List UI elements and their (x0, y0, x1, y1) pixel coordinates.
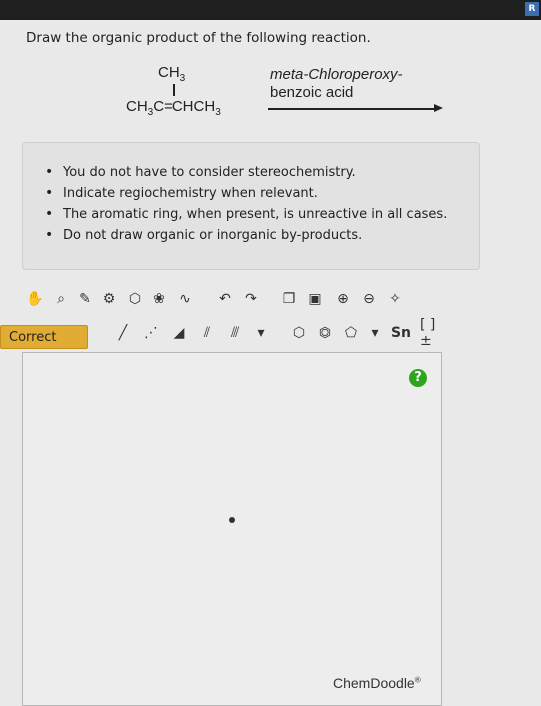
corner-badge-icon[interactable]: R (525, 2, 539, 16)
clean-icon[interactable]: ✧ (384, 288, 406, 310)
wedge-bond-icon[interactable]: ◢ (168, 322, 190, 344)
reagent-line-2: benzoic acid (270, 84, 354, 101)
cyclopentane-icon[interactable]: ⬠ (340, 322, 362, 344)
canvas-dot (229, 517, 235, 523)
hand-icon[interactable]: ✋ (24, 288, 46, 310)
paste-icon[interactable]: ▣ (304, 288, 326, 310)
chevron-down-icon[interactable]: ▾ (364, 322, 386, 344)
instruction-item: You do not have to consider stereochemis… (45, 164, 447, 180)
chain-template-icon[interactable]: ∿ (174, 288, 196, 310)
dashed-bond-icon[interactable]: ⋰ (140, 322, 162, 344)
reaction-arrow (268, 108, 436, 110)
arrow-head-icon (434, 104, 443, 112)
ring-template-icon[interactable]: ⬡ (124, 288, 146, 310)
instruction-item: Indicate regiochemistry when relevant. (45, 185, 447, 201)
brand-name: ChemDoodle (333, 675, 415, 691)
template-icon[interactable]: ⚙ (98, 288, 120, 310)
zoom-in-icon[interactable]: ⊕ (332, 288, 354, 310)
instruction-item: The aromatic ring, when present, is unre… (45, 206, 447, 222)
instruction-item: Do not draw organic or inorganic by-prod… (45, 227, 447, 243)
bracket-tool-button[interactable]: [ ]± (420, 317, 442, 349)
biomolecule-template-icon[interactable]: ❀ (148, 288, 170, 310)
cyclohexane-icon[interactable]: ⬡ (288, 322, 310, 344)
chain-tool-button[interactable]: Sn (390, 322, 412, 344)
benzene-icon[interactable]: ⏣ (314, 322, 336, 344)
double-bond-icon[interactable]: ⫽ (196, 322, 218, 344)
zoom-out-icon[interactable]: ⊖ (358, 288, 380, 310)
status-badge: Correct (0, 325, 88, 349)
reactant-methyl: CH3 (158, 64, 186, 84)
instructions-box: You do not have to consider stereochemis… (22, 142, 480, 270)
top-bar: R (0, 0, 541, 20)
redo-icon[interactable]: ↷ (240, 288, 262, 310)
brand-mark: ® (414, 675, 421, 685)
reagent-line-1: meta-Chloroperoxy- (270, 66, 403, 83)
single-bond-icon[interactable]: ╱ (112, 322, 134, 344)
single-bond (173, 84, 175, 96)
question-prompt: Draw the organic product of the followin… (26, 30, 371, 46)
instructions-list: You do not have to consider stereochemis… (45, 164, 447, 249)
reactant-formula: CH3C=CHCH3 (126, 98, 221, 118)
lasso-icon[interactable]: ⌕ (50, 288, 72, 310)
eraser-icon[interactable]: ✎ (74, 288, 96, 310)
drawing-canvas[interactable]: ? ChemDoodle® (22, 352, 442, 706)
undo-icon[interactable]: ↶ (214, 288, 236, 310)
help-button[interactable]: ? (409, 369, 427, 387)
chevron-down-icon[interactable]: ▾ (250, 322, 272, 344)
copy-icon[interactable]: ❐ (278, 288, 300, 310)
chemdoodle-logo: ChemDoodle® (333, 675, 421, 691)
triple-bond-icon[interactable]: ⫻ (224, 322, 246, 344)
reaction-scheme: CH3 CH3C=CHCH3 meta-Chloroperoxy- benzoi… (118, 62, 448, 122)
